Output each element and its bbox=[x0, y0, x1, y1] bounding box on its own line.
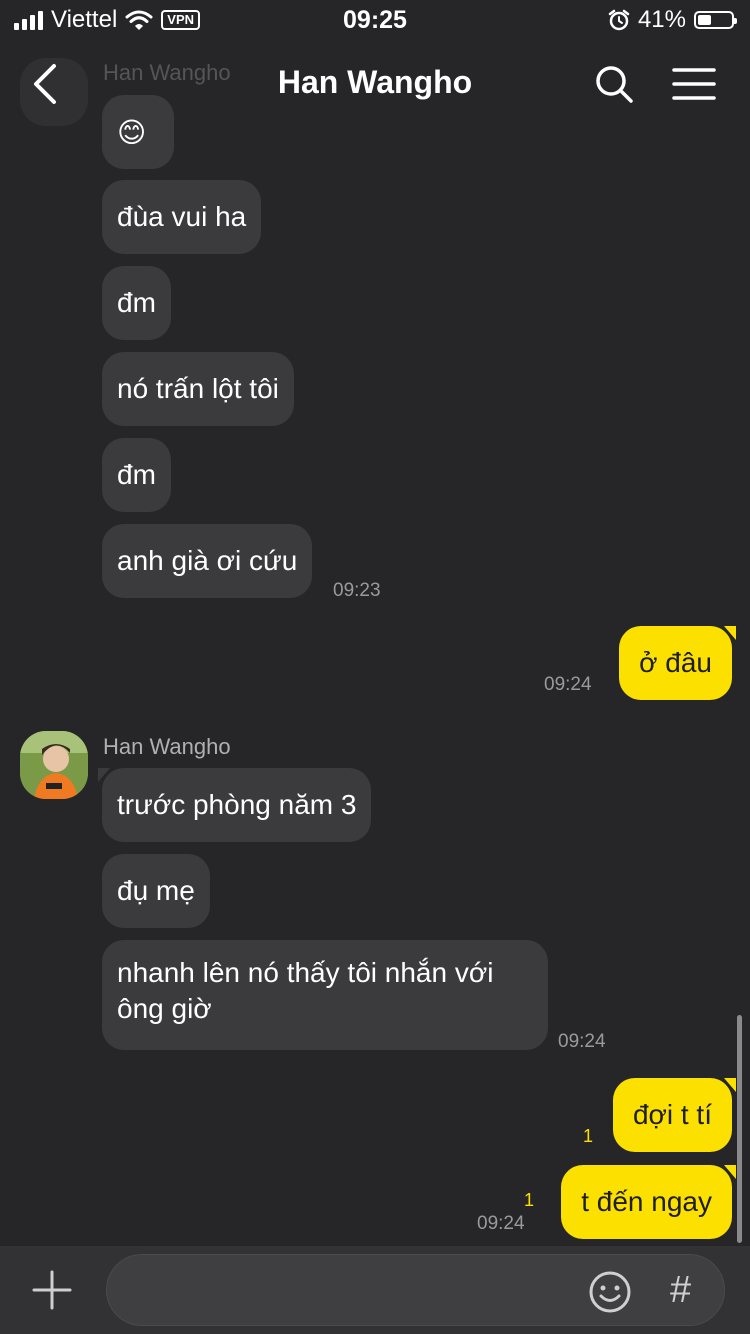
avatar[interactable] bbox=[20, 731, 88, 799]
message-bubble[interactable]: đùa vui ha bbox=[102, 180, 262, 254]
message-text: đm bbox=[117, 287, 156, 318]
message-timestamp: 09:24 bbox=[544, 674, 592, 695]
message-composer: # bbox=[0, 1246, 750, 1334]
my-message-bubble[interactable]: t đến ngay bbox=[561, 1165, 736, 1239]
message-text: đùa vui ha bbox=[117, 201, 247, 232]
message-text: ở đâu bbox=[639, 647, 712, 678]
smile-icon bbox=[589, 1271, 631, 1313]
message-timestamp: 09:24 bbox=[477, 1213, 525, 1234]
my-message-bubble[interactable]: ở đâu bbox=[619, 626, 736, 700]
search-icon bbox=[596, 66, 633, 103]
message-bubble[interactable]: đm bbox=[102, 266, 171, 340]
unread-count: 1 bbox=[583, 1126, 594, 1146]
unread-count: 1 bbox=[524, 1190, 535, 1210]
emoji-button[interactable] bbox=[588, 1270, 632, 1314]
message-text: đợi t tí bbox=[632, 1099, 712, 1130]
hamburger-menu-icon bbox=[672, 68, 716, 100]
message-bubble[interactable]: trước phòng năm 3 bbox=[97, 768, 372, 842]
battery-icon bbox=[694, 11, 737, 29]
message-text: t đến ngay bbox=[581, 1186, 712, 1217]
hashtag-button[interactable]: # bbox=[670, 1268, 691, 1312]
message-text: nó trấn lột tôi bbox=[117, 373, 279, 404]
message-bubble[interactable]: nó trấn lột tôi bbox=[102, 352, 294, 426]
profile-photo-icon bbox=[20, 731, 88, 799]
my-message-bubble[interactable]: đợi t tí bbox=[612, 1078, 737, 1152]
page-title: Han Wangho bbox=[277, 64, 473, 100]
message-timestamp: 09:24 bbox=[558, 1031, 606, 1052]
message-text: anh già ơi cứu bbox=[117, 545, 298, 576]
chat-header: Han Wangho Han Wangho bbox=[0, 40, 750, 130]
message-bubble[interactable]: đụ mẹ bbox=[102, 854, 210, 928]
sender-name: Han Wangho bbox=[103, 734, 231, 759]
message-timestamp: 09:23 bbox=[333, 580, 381, 601]
message-bubble[interactable]: nhanh lên nó thấy tôi nhắn với ông giờ bbox=[102, 940, 548, 1050]
message-bubble[interactable]: đm bbox=[102, 438, 171, 512]
plus-icon bbox=[32, 1270, 72, 1310]
message-input[interactable] bbox=[106, 1254, 725, 1326]
alarm-icon bbox=[608, 9, 630, 31]
chat-area[interactable]: 😊 đùa vui ha đm nó trấn lột tôi đm anh g… bbox=[0, 0, 750, 1246]
message-text: trước phòng năm 3 bbox=[117, 789, 357, 820]
search-button[interactable] bbox=[592, 62, 636, 106]
message-text: đm bbox=[117, 459, 156, 490]
status-bar: Viettel VPN 09:25 41% bbox=[0, 0, 750, 40]
message-text: đụ mẹ bbox=[117, 875, 195, 906]
message-bubble[interactable]: anh già ơi cứu bbox=[102, 524, 313, 598]
menu-button[interactable] bbox=[672, 66, 716, 102]
battery-percent: 41% bbox=[637, 6, 686, 33]
attach-button[interactable] bbox=[30, 1268, 74, 1312]
scrollbar[interactable] bbox=[737, 1015, 742, 1243]
message-text: nhanh lên nó thấy tôi nhắn với ông giờ bbox=[117, 957, 494, 1024]
